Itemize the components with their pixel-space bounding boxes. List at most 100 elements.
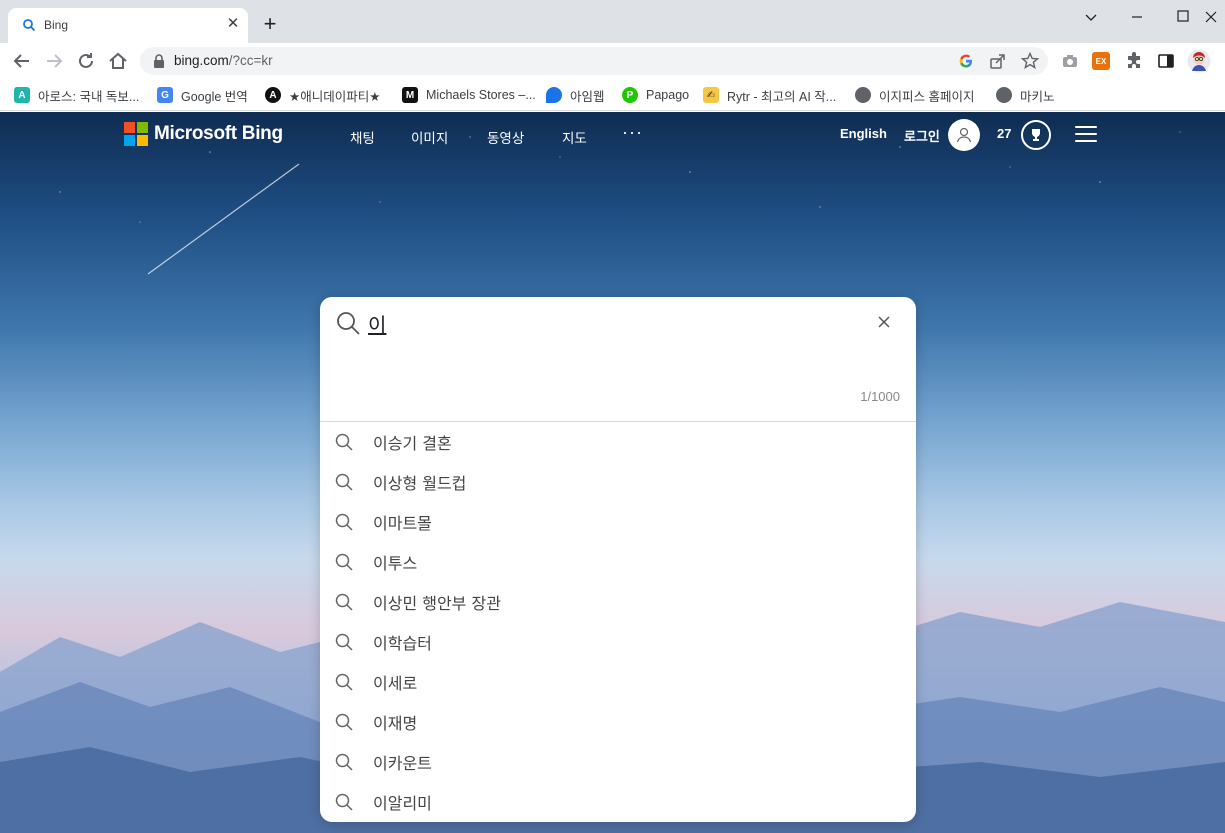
bookmark-item[interactable]: G Google 번역	[157, 85, 248, 105]
search-icon	[335, 673, 353, 691]
papago-icon: P	[622, 87, 638, 103]
search-suggestion[interactable]: 이학습터	[320, 622, 916, 662]
michaels-icon: M	[402, 87, 418, 103]
search-input[interactable]	[368, 310, 848, 336]
suggestion-text: 이카운트	[373, 754, 432, 773]
minimize-button[interactable]	[1126, 6, 1148, 28]
search-suggestion[interactable]: 이재명	[320, 702, 916, 742]
bookmark-label: Rytr - 최고의 AI 작...	[727, 89, 837, 104]
chevron-down-icon[interactable]	[1080, 6, 1102, 28]
suggestion-text: 이알리미	[373, 794, 432, 813]
search-icon	[335, 473, 353, 491]
user-avatar-icon[interactable]	[948, 119, 980, 151]
search-suggestion[interactable]: 이상민 행안부 장관	[320, 582, 916, 622]
bookmark-label: ★애니데이파티★	[289, 89, 381, 104]
bookmark-item[interactable]: 이지피스 홈페이지	[855, 85, 974, 105]
bookmark-item[interactable]: A 아로스: 국내 독보...	[14, 85, 139, 105]
suggestion-text: 이투스	[373, 554, 418, 573]
lock-icon[interactable]	[152, 53, 166, 69]
profile-avatar-icon[interactable]	[1187, 49, 1211, 73]
bookmark-label: 마키노	[1020, 89, 1055, 104]
new-tab-button[interactable]: +	[259, 13, 281, 36]
forward-arrow-icon[interactable]	[42, 49, 66, 73]
browser-titlebar: Bing ✕ +	[0, 0, 1225, 43]
rytr-icon: ✍	[703, 87, 719, 103]
bookmark-item[interactable]: 아임웹	[546, 85, 605, 105]
bookmark-label: 아임웹	[570, 89, 605, 104]
search-suggestion[interactable]: 이투스	[320, 542, 916, 582]
suggestion-text: 이승기 결혼	[373, 434, 452, 453]
globe-icon	[996, 87, 1012, 103]
search-icon[interactable]	[335, 310, 361, 336]
extension-ex-icon[interactable]: EX	[1092, 52, 1110, 70]
nav-images[interactable]: 이미지	[411, 127, 448, 147]
tab-close-icon[interactable]: ✕	[224, 15, 242, 33]
reload-icon[interactable]	[74, 49, 98, 73]
google-translate-icon: G	[157, 87, 173, 103]
bookmark-label: Papago	[646, 88, 690, 102]
search-suggestion[interactable]: 이알리미	[320, 782, 916, 822]
bookmarks-bar: A 아로스: 국내 독보... G Google 번역 A ★애니데이파티★ M…	[0, 79, 1225, 111]
camera-icon[interactable]	[1060, 51, 1080, 71]
more-dots-icon[interactable]: ···	[622, 122, 643, 143]
login-link[interactable]: 로그인	[904, 126, 940, 145]
search-suggestion[interactable]: 이마트몰	[320, 502, 916, 542]
globe-icon	[855, 87, 871, 103]
character-counter: 1/1000	[860, 389, 900, 404]
search-icon	[335, 793, 353, 811]
close-window-button[interactable]	[1200, 6, 1222, 28]
maximize-button[interactable]	[1172, 6, 1194, 28]
bookmark-item[interactable]: P Papago	[622, 85, 689, 105]
tab-title: Bing	[44, 18, 69, 32]
rewards-points[interactable]: 27	[997, 126, 1011, 141]
bookmark-label: 이지피스 홈페이지	[879, 89, 975, 104]
bookmark-item[interactable]: 마키노	[996, 85, 1055, 105]
logo-text: Microsoft Bing	[154, 123, 283, 144]
search-icon	[335, 633, 353, 651]
suggestion-text: 이학습터	[373, 634, 432, 653]
clear-icon[interactable]	[874, 312, 894, 332]
bookmark-label: 아로스: 국내 독보...	[38, 89, 140, 104]
search-suggestion[interactable]: 이카운트	[320, 742, 916, 782]
nav-chat[interactable]: 채팅	[350, 127, 375, 147]
bing-homepage: Microsoft Bing 채팅 이미지 동영상 지도 ··· English…	[0, 112, 1225, 833]
bookmark-item[interactable]: M Michaels Stores –...	[402, 85, 536, 105]
bookmark-item[interactable]: ✍ Rytr - 최고의 AI 작...	[703, 85, 836, 105]
share-icon[interactable]	[988, 51, 1008, 71]
google-icon[interactable]	[956, 51, 976, 71]
search-icon	[335, 513, 353, 531]
suggestion-text: 이마트몰	[373, 514, 432, 533]
browser-tab-bing[interactable]: Bing ✕	[8, 8, 248, 43]
search-suggestion[interactable]: 이세로	[320, 662, 916, 702]
anyday-icon: A	[265, 87, 281, 103]
trophy-icon[interactable]	[1021, 120, 1051, 150]
home-icon[interactable]	[106, 49, 130, 73]
suggestion-text: 이재명	[373, 714, 418, 733]
back-arrow-icon[interactable]	[10, 49, 34, 73]
search-suggestion[interactable]: 이상형 월드컵	[320, 462, 916, 502]
bing-logo[interactable]: Microsoft Bing	[124, 122, 283, 146]
suggestion-text: 이세로	[373, 674, 418, 693]
hamburger-menu-icon[interactable]	[1075, 126, 1097, 144]
search-icon	[335, 753, 353, 771]
search-icon	[335, 593, 353, 611]
letter-a-icon: A	[14, 87, 30, 103]
language-toggle[interactable]: English	[840, 126, 887, 141]
search-suggestion[interactable]: 이승기 결혼	[320, 422, 916, 462]
search-icon	[335, 553, 353, 571]
search-icon	[335, 433, 353, 451]
nav-maps[interactable]: 지도	[562, 127, 587, 147]
suggestion-text: 이상형 월드컵	[373, 474, 467, 493]
search-icon	[335, 713, 353, 731]
bookmark-star-icon[interactable]	[1020, 51, 1040, 71]
side-panel-icon[interactable]	[1156, 51, 1176, 71]
nav-videos[interactable]: 동영상	[487, 127, 524, 147]
bookmark-label: Google 번역	[181, 89, 248, 104]
puzzle-extensions-icon[interactable]	[1124, 51, 1144, 71]
bookmark-label: Michaels Stores –...	[426, 88, 536, 102]
bookmark-item[interactable]: A ★애니데이파티★	[265, 85, 380, 105]
url-text: bing.com/?cc=kr	[174, 53, 273, 68]
search-icon	[23, 19, 36, 32]
address-bar[interactable]: bing.com/?cc=kr	[140, 47, 1048, 75]
browser-toolbar: bing.com/?cc=kr EX	[0, 43, 1225, 79]
